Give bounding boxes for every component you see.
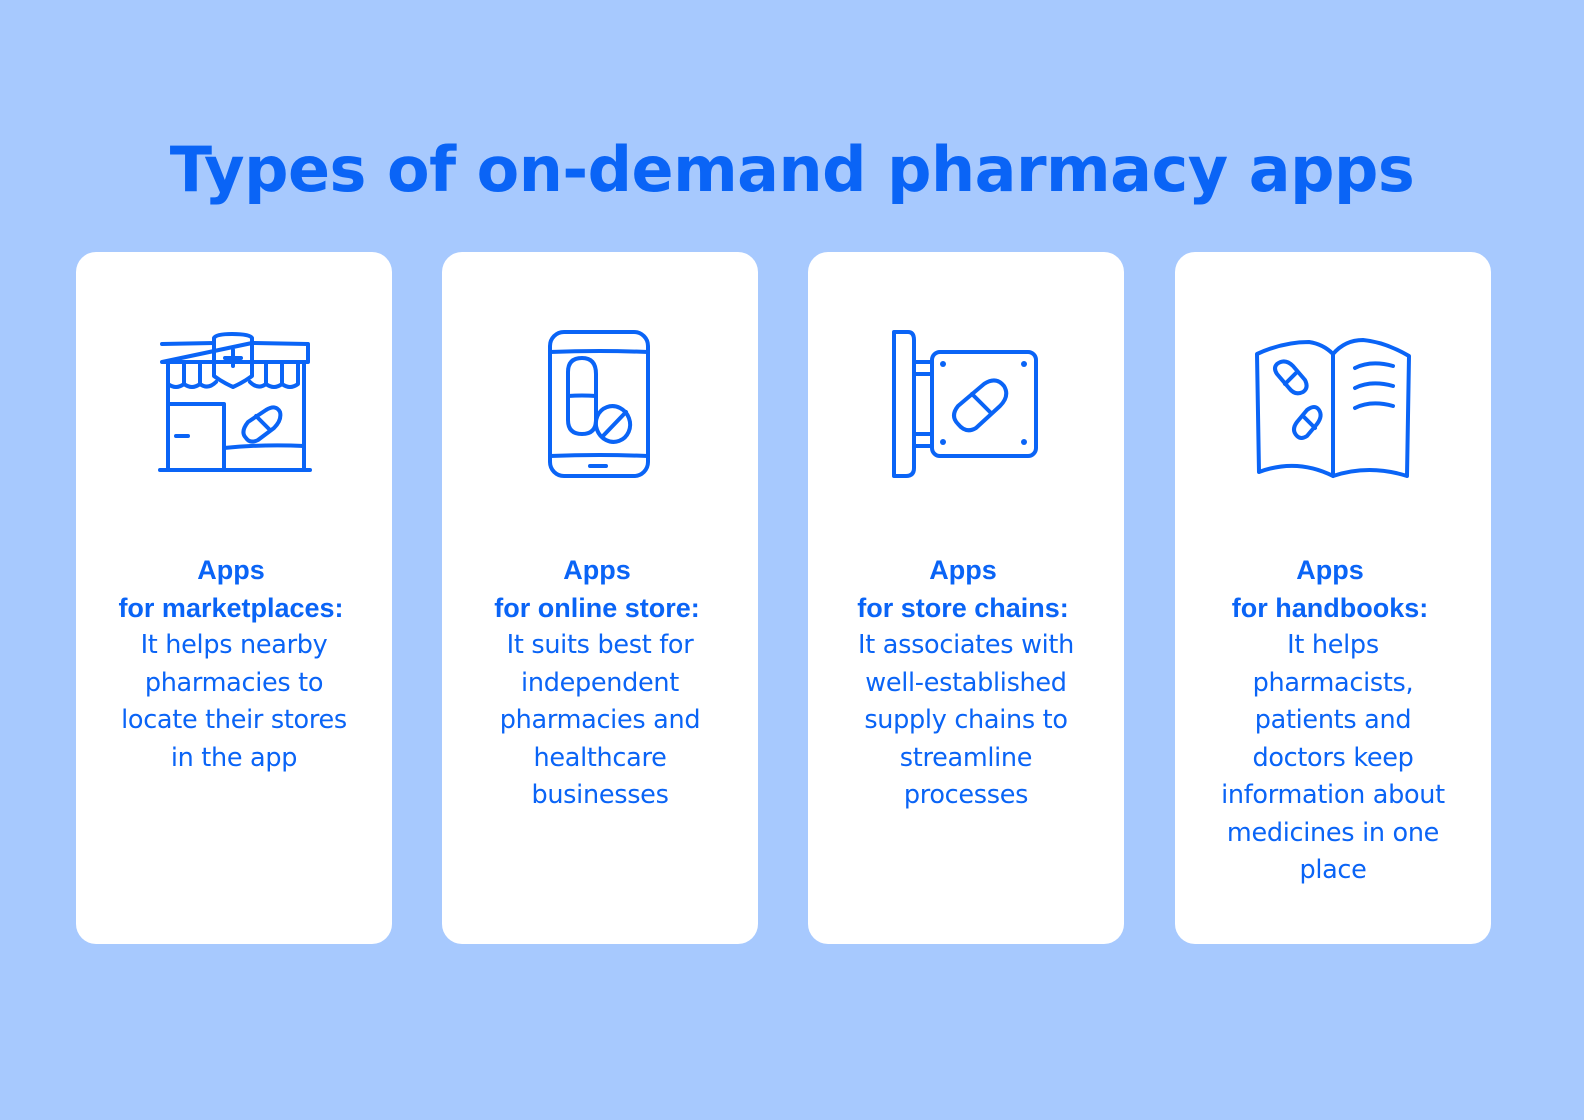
card-description-line: streamline (899, 742, 1033, 773)
open-book-pills-icon (1253, 324, 1413, 484)
card-heading-line1: Apps (929, 555, 997, 585)
card-description-line: healthcare (533, 742, 667, 773)
card-text: Apps for marketplaces: It helps nearby p… (86, 552, 382, 777)
card-heading-line1: Apps (563, 555, 631, 585)
card-text: Apps for store chains: It associates wit… (818, 552, 1114, 815)
card-description-line: doctors keep (1252, 742, 1414, 773)
card-description-line: independent (521, 667, 679, 698)
card-heading-line2: for store chains: (857, 592, 1069, 623)
card-description-line: It helps nearby (140, 630, 328, 660)
card-store-chains: Apps for store chains: It associates wit… (808, 252, 1124, 944)
card-online-store: Apps for online store: It suits best for… (442, 252, 758, 944)
card-description-line: patients and (1254, 705, 1412, 735)
card-description-line: information about (1221, 780, 1445, 810)
card-description-line: businesses (531, 780, 669, 810)
card-description-line: It helps (1287, 630, 1379, 660)
card-description-line: pharmacies to (144, 667, 324, 698)
card-description-line: pharmacies and (499, 705, 701, 735)
pharmacy-storefront-icon (154, 324, 314, 484)
card-heading-line2: for online store: (494, 592, 700, 623)
card-description-line: locate their stores (121, 705, 347, 735)
card-description-line: It suits best for (506, 630, 694, 660)
card-text: Apps for online store: It suits best for… (452, 552, 748, 815)
card-description-line: in the app (170, 742, 298, 773)
card-description-line: medicines in one (1226, 817, 1440, 848)
card-heading-line1: Apps (1296, 555, 1364, 585)
card-heading-line2: for marketplaces: (118, 592, 344, 623)
card-heading-line1: Apps (197, 555, 265, 585)
card-heading-line2: for handbooks: (1231, 592, 1429, 623)
page-title: Types of on-demand pharmacy apps (169, 132, 1415, 206)
card-handbooks: Apps for handbooks: It helps pharmacists… (1175, 252, 1491, 944)
card-description-line: processes (903, 780, 1029, 810)
card-text: Apps for handbooks: It helps pharmacists… (1185, 552, 1481, 890)
card-description-line: well-established (865, 667, 1067, 698)
card-description-line: pharmacists, (1252, 667, 1414, 698)
card-description-line: It associates with (858, 630, 1074, 660)
card-description-line: place (1299, 855, 1367, 885)
card-marketplaces: Apps for marketplaces: It helps nearby p… (76, 252, 392, 944)
hanging-sign-pill-icon (886, 324, 1046, 484)
smartphone-pills-icon (520, 324, 680, 484)
card-description-line: supply chains to (864, 705, 1068, 735)
